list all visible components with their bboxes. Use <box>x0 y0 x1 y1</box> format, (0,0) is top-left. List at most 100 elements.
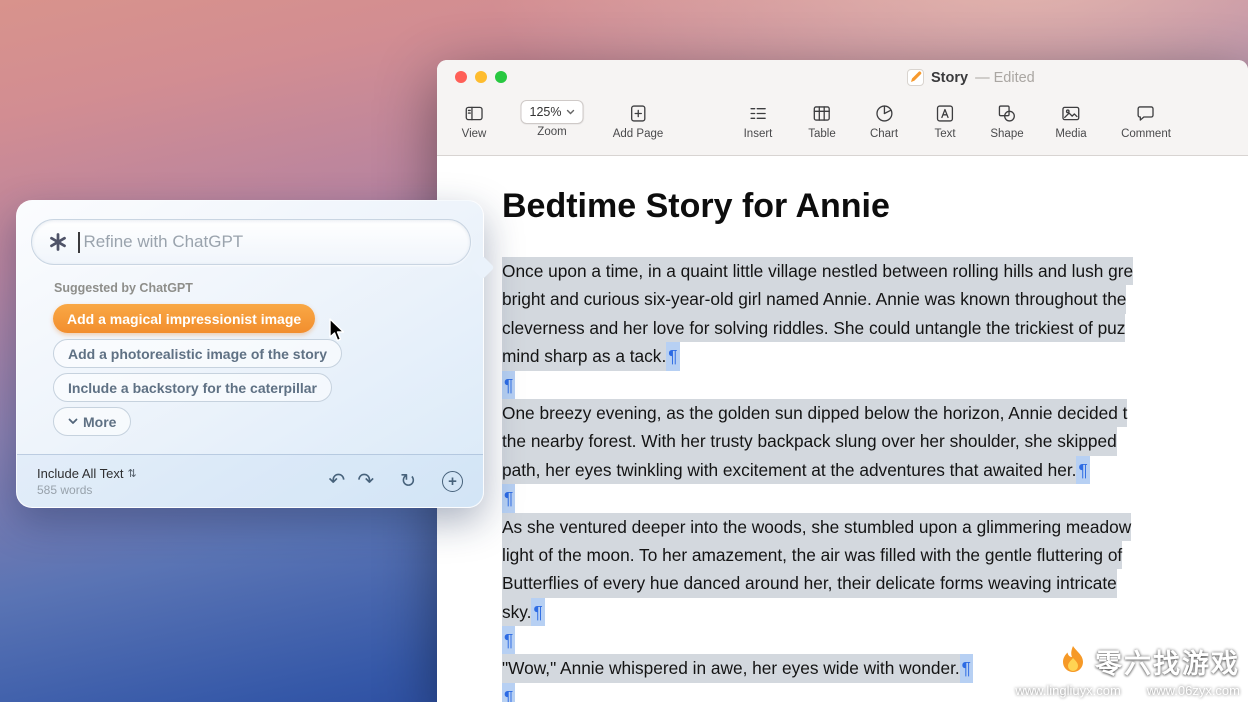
shape-icon <box>996 100 1017 126</box>
more-label: More <box>83 414 116 430</box>
suggestion-pill-backstory[interactable]: Include a backstory for the caterpillar <box>53 373 332 402</box>
watermark: 零六找游戏 www.lingliuyx.com www.06zyx.com <box>1015 642 1240 698</box>
add-page-icon <box>627 100 648 126</box>
toolbar-add-page-label: Add Page <box>613 128 664 140</box>
redo-button[interactable]: ↷ <box>357 471 374 491</box>
toolbar-table-button[interactable]: Table <box>808 100 836 140</box>
toggle-arrows-icon: ⇅ <box>127 467 136 480</box>
document-line: mind sharp as a tack.¶ <box>502 342 1248 370</box>
word-count: 585 words <box>37 483 137 497</box>
selected-text: One breezy evening, as the golden sun di… <box>502 399 1127 427</box>
toolbar-media-button[interactable]: Media <box>1055 100 1086 140</box>
selected-text: light of the moon. To her amazement, the… <box>502 541 1122 569</box>
selected-text: mind sharp as a tack. <box>502 342 666 370</box>
include-all-text-label: Include All Text <box>37 466 123 481</box>
document-body: Once upon a time, in a quaint little vil… <box>502 257 1248 702</box>
document-line: Once upon a time, in a quaint little vil… <box>502 257 1248 285</box>
chart-icon <box>874 100 895 126</box>
document-canvas[interactable]: Bedtime Story for Annie Once upon a time… <box>437 156 1248 702</box>
minimize-button[interactable] <box>475 71 487 83</box>
pages-app-icon <box>907 69 924 86</box>
refresh-button[interactable]: ↻ <box>400 472 416 491</box>
pilcrow-mark: ¶ <box>1076 456 1089 484</box>
text-icon <box>935 100 956 126</box>
toolbar-shape-button[interactable]: Shape <box>990 100 1023 140</box>
chevron-down-icon <box>68 418 78 425</box>
text-caret <box>78 232 80 253</box>
toolbar-table-label: Table <box>808 128 836 140</box>
watermark-title: 零六找游戏 <box>1095 642 1240 681</box>
close-button[interactable] <box>455 71 467 83</box>
document-line: ¶ <box>502 484 1248 512</box>
toolbar-comment-button[interactable]: Comment <box>1121 100 1171 140</box>
document-line: light of the moon. To her amazement, the… <box>502 541 1248 569</box>
toolbar-chart-button[interactable]: Chart <box>870 100 898 140</box>
window-chrome: Story — Edited View 125% Zoom <box>437 60 1248 156</box>
comment-icon <box>1135 100 1156 126</box>
flame-logo-icon <box>1057 644 1089 680</box>
edited-status: — Edited <box>975 70 1035 86</box>
selected-text: the nearby forest. With her trusty backp… <box>502 427 1117 455</box>
pilcrow-mark: ¶ <box>502 371 515 399</box>
watermark-url-1: www.lingliuyx.com <box>1015 683 1120 698</box>
watermark-url-2: www.06zyx.com <box>1147 683 1240 698</box>
zoom-value: 125% <box>530 105 562 119</box>
suggestion-pill-magical-image[interactable]: Add a magical impressionist image <box>53 304 315 333</box>
document-title: Story <box>931 70 968 86</box>
chatgpt-logo-icon <box>47 231 69 253</box>
more-suggestions-button[interactable]: More <box>53 407 131 436</box>
add-button[interactable]: + <box>442 471 463 492</box>
toolbar-insert-label: Insert <box>744 128 773 140</box>
pages-window: Story — Edited View 125% Zoom <box>437 60 1248 702</box>
pilcrow-mark: ¶ <box>531 598 544 626</box>
zoom-dropdown[interactable]: 125% <box>521 100 584 124</box>
panel-actions: ↶ ↷ ↻ + <box>329 471 463 492</box>
suggestion-pill-photorealistic-image[interactable]: Add a photorealistic image of the story <box>53 339 342 368</box>
titlebar[interactable]: Story — Edited <box>437 60 1248 94</box>
include-text-group: Include All Text ⇅ 585 words <box>37 466 137 497</box>
window-title: Story — Edited <box>907 69 1035 86</box>
document-line: the nearby forest. With her trusty backp… <box>502 427 1248 455</box>
chatgpt-prompt-input[interactable]: Refine with ChatGPT <box>31 219 471 265</box>
selected-text: "Wow," Annie whispered in awe, her eyes … <box>502 654 960 682</box>
toolbar-text-button[interactable]: Text <box>934 100 955 140</box>
toolbar-view-button[interactable]: View <box>462 100 487 140</box>
document-line: cleverness and her love for solving ridd… <box>502 314 1248 342</box>
view-sidebar-icon <box>464 100 485 126</box>
toolbar-chart-label: Chart <box>870 128 898 140</box>
pilcrow-mark: ¶ <box>960 654 973 682</box>
selected-text: path, her eyes twinkling with excitement… <box>502 456 1076 484</box>
pilcrow-mark: ¶ <box>666 342 679 370</box>
chatgpt-refine-panel: Refine with ChatGPT Suggested by ChatGPT… <box>16 200 484 508</box>
toolbar-media-label: Media <box>1055 128 1086 140</box>
document-line: bright and curious six-year-old girl nam… <box>502 285 1248 313</box>
panel-footer: Include All Text ⇅ 585 words ↶ ↷ ↻ + <box>17 454 483 507</box>
include-all-text-toggle[interactable]: Include All Text ⇅ <box>37 466 137 481</box>
pilcrow-mark: ¶ <box>502 484 515 512</box>
selected-text: sky. <box>502 598 531 626</box>
toolbar-insert-button[interactable]: Insert <box>744 100 773 140</box>
fullscreen-button[interactable] <box>495 71 507 83</box>
selected-text: As she ventured deeper into the woods, s… <box>502 513 1131 541</box>
pilcrow-mark: ¶ <box>502 626 515 654</box>
toolbar-text-label: Text <box>934 128 955 140</box>
toolbar-add-page-button[interactable]: Add Page <box>613 100 664 140</box>
plus-icon: + <box>448 474 457 489</box>
document-line: Butterflies of every hue danced around h… <box>502 569 1248 597</box>
traffic-lights <box>455 71 507 83</box>
selected-text: cleverness and her love for solving ridd… <box>502 314 1125 342</box>
selected-text: bright and curious six-year-old girl nam… <box>502 285 1126 313</box>
suggested-by-label: Suggested by ChatGPT <box>54 281 193 295</box>
selected-text: Butterflies of every hue danced around h… <box>502 569 1117 597</box>
document-line: ¶ <box>502 371 1248 399</box>
toolbar-comment-label: Comment <box>1121 128 1171 140</box>
toolbar-zoom-control[interactable]: 125% Zoom <box>521 100 584 138</box>
document-line: As she ventured deeper into the woods, s… <box>502 513 1248 541</box>
undo-button[interactable]: ↶ <box>329 471 346 491</box>
chevron-down-icon <box>566 109 574 115</box>
selected-text: Once upon a time, in a quaint little vil… <box>502 257 1133 285</box>
table-icon <box>812 100 833 126</box>
toolbar-zoom-label: Zoom <box>537 126 566 138</box>
document-line: path, her eyes twinkling with excitement… <box>502 456 1248 484</box>
prompt-placeholder: Refine with ChatGPT <box>84 232 244 252</box>
